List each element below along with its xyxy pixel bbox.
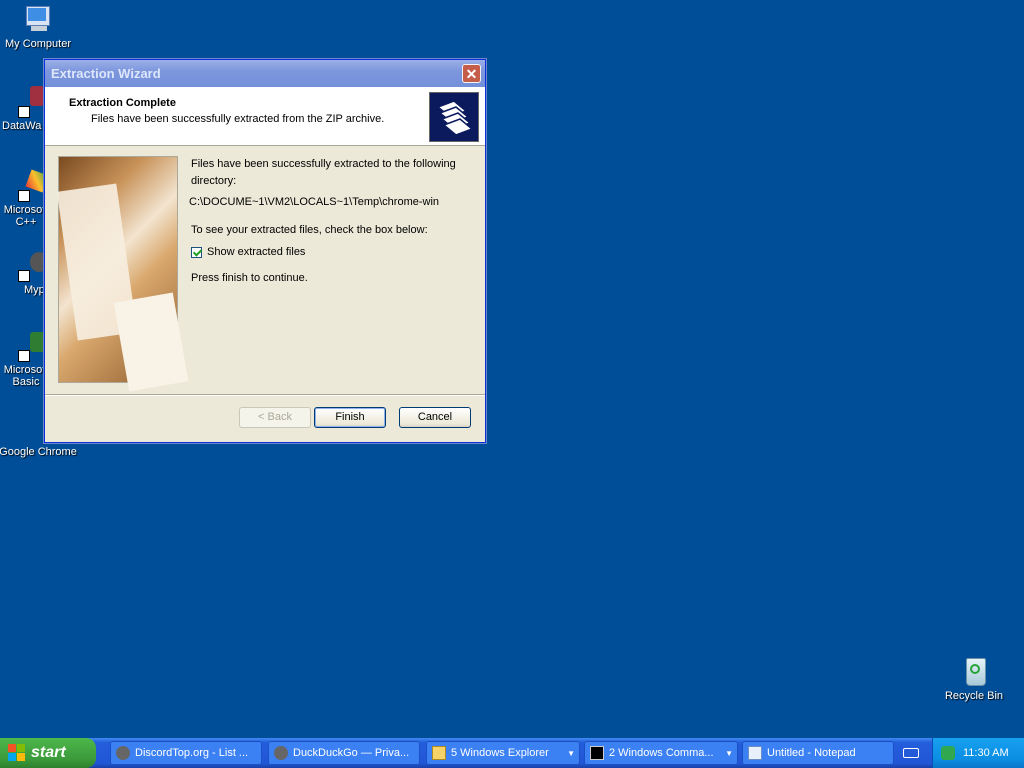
checkbox-label[interactable]: Show extracted files — [207, 246, 305, 258]
button-separator — [45, 394, 485, 396]
desktop-icon-label: Google Chrome — [0, 446, 77, 458]
chevron-down-icon: ▼ — [725, 748, 733, 758]
browser-icon — [116, 746, 130, 760]
show-extracted-files-checkbox[interactable] — [191, 246, 202, 258]
taskbar-item-label: Untitled - Notepad — [767, 747, 856, 759]
header-title: Extraction Complete — [69, 97, 176, 109]
system-tray: 11:30 AM — [932, 738, 1024, 768]
folder-icon — [432, 746, 446, 760]
show-files-instruction: To see your extracted files, check the b… — [191, 224, 428, 236]
keyboard-icon[interactable] — [900, 746, 922, 760]
back-button[interactable]: < Back — [239, 407, 311, 428]
datawa-icon: ↗ — [12, 86, 44, 118]
start-label: start — [31, 744, 66, 761]
taskbar-item-windows-explorer[interactable]: 5 Windows Explorer ▼ — [426, 741, 580, 765]
taskbar-item-label: 2 Windows Comma... — [609, 747, 714, 759]
close-button[interactable]: ✕ — [462, 64, 481, 83]
folder-icon — [429, 92, 479, 142]
taskbar-item-label: DiscordTop.org - List ... — [135, 747, 249, 759]
taskbar-item-notepad[interactable]: Untitled - Notepad — [742, 741, 894, 765]
command-prompt-icon — [590, 746, 604, 760]
clock[interactable]: 11:30 AM — [963, 747, 1009, 759]
extraction-wizard-window: Extraction Wizard ✕ Extraction Complete … — [44, 59, 486, 443]
desktop-icon-label: Recycle Bin — [944, 690, 1004, 702]
network-icon[interactable] — [941, 746, 955, 760]
taskbar-item-label: DuckDuckGo — Priva... — [293, 747, 410, 759]
taskbar-item-duckduckgo[interactable]: DuckDuckGo — Priva... — [268, 741, 420, 765]
windows-logo-icon — [8, 744, 26, 762]
raccoon-icon: ↗ — [12, 250, 48, 282]
start-button[interactable]: start — [0, 738, 96, 768]
close-icon: ✕ — [465, 66, 478, 82]
computer-icon — [22, 4, 54, 36]
recycle-bin-icon — [958, 656, 990, 688]
wizard-side-image — [56, 156, 189, 392]
extracted-message: Files have been successfully extracted t… — [191, 158, 456, 187]
desktop-icon-label: My Computer — [4, 38, 72, 50]
notepad-icon — [748, 746, 762, 760]
show-extracted-files-row[interactable]: Show extracted files — [191, 246, 476, 258]
window-title: Extraction Wizard — [51, 66, 161, 81]
browser-icon — [274, 746, 288, 760]
wizard-header: Extraction Complete Files have been succ… — [45, 87, 485, 146]
window-titlebar[interactable]: Extraction Wizard ✕ — [45, 60, 485, 87]
taskbar-item-discordtop[interactable]: DiscordTop.org - List ... — [110, 741, 262, 765]
taskbar: start DiscordTop.org - List ... DuckDuck… — [0, 738, 1024, 768]
visual-basic-icon: ↗ — [12, 330, 46, 362]
finish-button[interactable]: Finish — [314, 407, 386, 428]
taskbar-item-windows-command[interactable]: 2 Windows Comma... ▼ — [584, 741, 738, 765]
chevron-down-icon: ▼ — [567, 748, 575, 758]
desktop-icon-recycle-bin[interactable]: Recycle Bin — [934, 656, 1014, 702]
header-subtitle: Files have been successfully extracted f… — [91, 113, 385, 125]
taskbar-item-label: 5 Windows Explorer — [451, 747, 549, 759]
finish-instruction: Press finish to continue. — [191, 272, 308, 284]
visual-cpp-icon: ↗ — [12, 169, 49, 202]
cancel-button[interactable]: Cancel — [399, 407, 471, 428]
desktop-icon-my-computer[interactable]: My Computer — [0, 4, 78, 50]
wizard-content: Files have been successfully extracted t… — [189, 156, 476, 284]
extraction-path: C:\DOCUME~1\VM2\LOCALS~1\Temp\chrome-win — [189, 196, 440, 208]
